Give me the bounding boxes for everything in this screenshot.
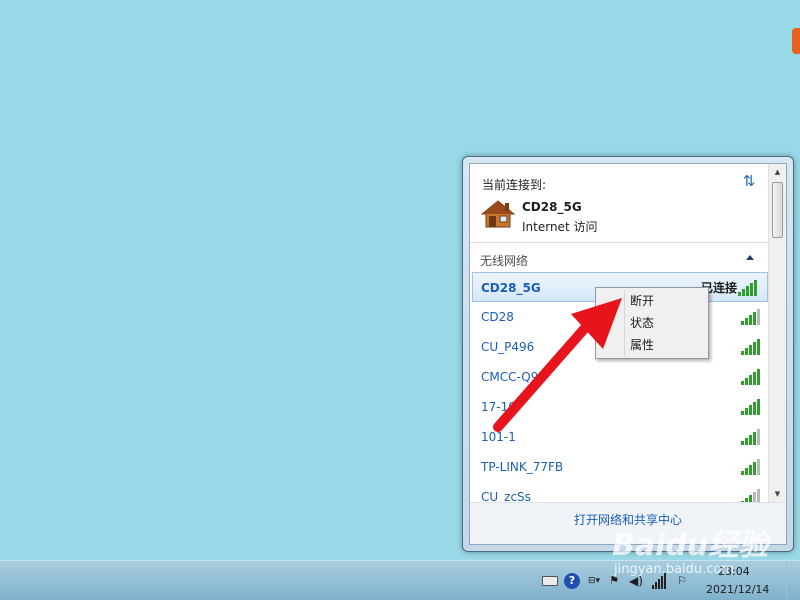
scroll-thumb[interactable] [772, 182, 783, 238]
flag-icon[interactable]: ⚑ [606, 573, 622, 589]
signal-strength-icon [741, 309, 760, 325]
network-name: 17-10 [481, 400, 516, 414]
popup-footer: 打开网络和共享中心 [470, 502, 786, 544]
taskbar: ? ⊟▾ ⚑ ◀) ⚐ 23:04 2021/12/14 [0, 560, 800, 600]
network-name: CD28_5G [481, 281, 541, 295]
network-item[interactable]: 101-1 [470, 422, 770, 452]
help-icon[interactable]: ? [564, 573, 580, 589]
refresh-icon[interactable]: ⇅ [740, 172, 758, 190]
network-item[interactable]: TP-LINK_77FB [470, 452, 770, 482]
keyboard-icon[interactable] [542, 576, 558, 586]
network-name: CD28 [481, 310, 514, 324]
network-name: TP-LINK_77FB [481, 460, 564, 474]
clock-date[interactable]: 2021/12/14 [706, 583, 769, 596]
signal-strength-icon [738, 280, 757, 296]
current-connection-label: 当前连接到: [482, 178, 547, 192]
signal-strength-icon [741, 339, 760, 355]
edge-decoration [792, 28, 800, 54]
connection-name: CD28_5G [522, 200, 582, 214]
action-center-icon[interactable]: ⚐ [674, 573, 690, 589]
scrollbar[interactable]: ▲ ▼ [768, 164, 786, 502]
network-item[interactable]: CMCC-Q9D [470, 362, 770, 392]
network-name: CMCC-Q9D [481, 370, 548, 384]
volume-icon[interactable]: ◀) [628, 573, 644, 589]
show-hidden-icon[interactable]: ⊟▾ [586, 573, 602, 589]
scroll-down-icon[interactable]: ▼ [769, 486, 786, 502]
network-name: 101-1 [481, 430, 516, 444]
connection-access: Internet 访问 [522, 220, 598, 234]
signal-strength-icon [741, 459, 760, 475]
divider [470, 242, 768, 243]
system-tray: ? ⊟▾ ⚑ ◀) ⚐ 23:04 2021/12/14 [540, 561, 769, 600]
network-icon[interactable] [652, 573, 666, 589]
signal-strength-icon [741, 399, 760, 415]
menu-item-status[interactable]: 状态 [598, 312, 706, 334]
show-desktop-button[interactable] [786, 561, 800, 600]
chevron-up-icon[interactable] [744, 252, 756, 264]
open-network-center-link[interactable]: 打开网络和共享中心 [574, 513, 682, 527]
context-menu-gutter [624, 290, 625, 356]
signal-strength-icon [741, 369, 760, 385]
house-icon [480, 200, 516, 228]
signal-strength-icon [741, 429, 760, 445]
wireless-section-label: 无线网络 [480, 254, 529, 268]
scroll-up-icon[interactable]: ▲ [769, 164, 786, 180]
menu-item-disconnect[interactable]: 断开 [598, 290, 706, 312]
network-name: CU_P496 [481, 340, 535, 354]
menu-item-properties[interactable]: 属性 [598, 334, 706, 356]
context-menu: 断开 状态 属性 [595, 287, 709, 359]
clock-time[interactable]: 23:04 [718, 565, 750, 578]
network-item[interactable]: 17-10 [470, 392, 770, 422]
